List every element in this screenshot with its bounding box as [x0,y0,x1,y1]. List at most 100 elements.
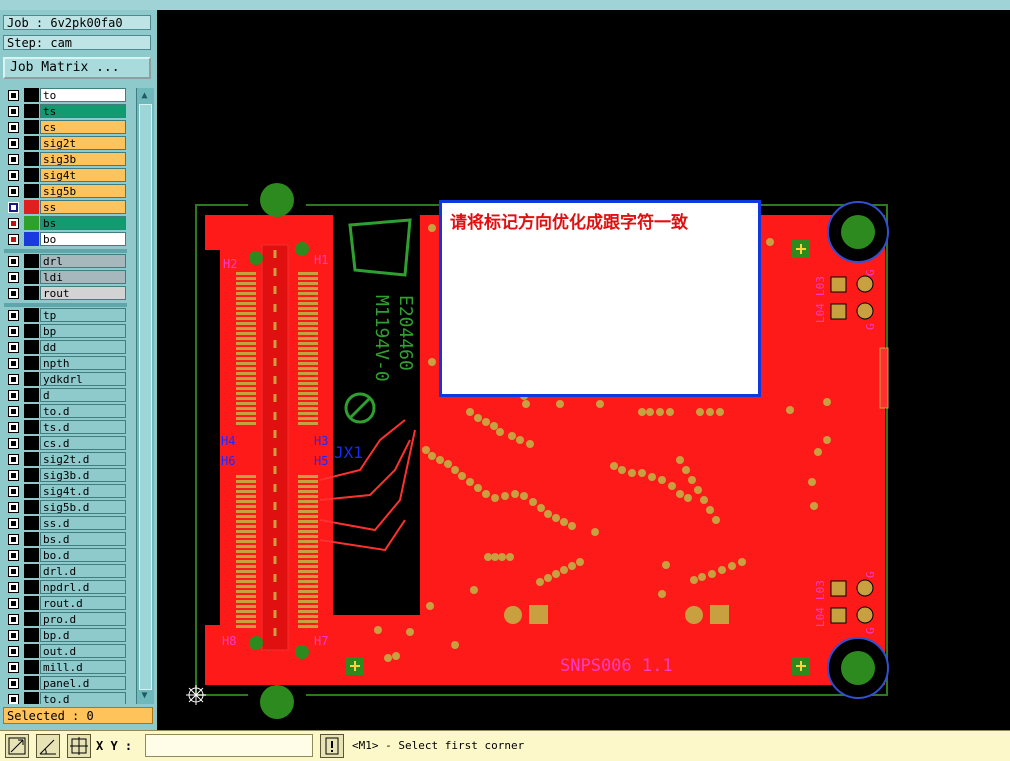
layer-row-ts.d[interactable]: ts.d [4,420,127,436]
layer-checkbox[interactable] [8,614,19,625]
connector-pin [298,605,318,608]
layer-checkbox[interactable] [8,256,19,267]
layer-row-to.d[interactable]: to.d [4,692,127,704]
layer-row-bo[interactable]: bo [4,232,127,248]
layer-row-panel.d[interactable]: panel.d [4,676,127,692]
layer-row-sig2t[interactable]: sig2t [4,136,127,152]
layer-row-to.d[interactable]: to.d [4,404,127,420]
layer-row-ldi[interactable]: ldi [4,270,127,286]
layer-row-cs[interactable]: cs [4,120,127,136]
connector-pin [236,580,256,583]
layer-row-bp[interactable]: bp [4,324,127,340]
layer-checkbox[interactable] [8,186,19,197]
layer-checkbox[interactable] [8,550,19,561]
layer-row-npdrl.d[interactable]: npdrl.d [4,580,127,596]
layer-checkbox[interactable] [8,288,19,299]
layer-row-sig3b.d[interactable]: sig3b.d [4,468,127,484]
layer-checkbox[interactable] [8,646,19,657]
graphics-canvas[interactable]: H2 H1 H4 H3 H6 H5 H8 H7 E204460 M1194V-0… [157,10,1010,730]
via [490,422,498,430]
measure-angle-icon[interactable] [36,734,60,758]
layer-row-mill.d[interactable]: mill.d [4,660,127,676]
layer-scrollbar[interactable]: ▲ ▼ [136,88,154,704]
layer-row-ss.d[interactable]: ss.d [4,516,127,532]
layer-row-sig3b[interactable]: sig3b [4,152,127,168]
layer-row-drl.d[interactable]: drl.d [4,564,127,580]
layer-row-sig2t.d[interactable]: sig2t.d [4,452,127,468]
via [522,400,530,408]
scroll-down-icon[interactable]: ▼ [139,690,150,702]
edge-slot [879,347,889,409]
layer-row-bp.d[interactable]: bp.d [4,628,127,644]
layer-checkbox[interactable] [8,630,19,641]
layer-color-swatch [24,644,39,658]
layer-checkbox[interactable] [8,170,19,181]
scroll-up-icon[interactable]: ▲ [139,90,150,102]
layer-row-cs.d[interactable]: cs.d [4,436,127,452]
layer-checkbox[interactable] [8,154,19,165]
layer-checkbox[interactable] [8,566,19,577]
layer-checkbox[interactable] [8,122,19,133]
xy-input[interactable] [145,734,313,757]
layer-checkbox[interactable] [8,534,19,545]
layer-row-bs.d[interactable]: bs.d [4,532,127,548]
layer-row-ss[interactable]: ss [4,200,127,216]
layer-row-sig4t.d[interactable]: sig4t.d [4,484,127,500]
layer-checkbox[interactable] [8,486,19,497]
layer-checkbox[interactable] [8,598,19,609]
layer-checkbox[interactable] [8,470,19,481]
layer-checkbox[interactable] [8,518,19,529]
layer-checkbox[interactable] [8,326,19,337]
layer-row-drl[interactable]: drl [4,254,127,270]
layer-row-ydkdrl[interactable]: ydkdrl [4,372,127,388]
layer-checkbox[interactable] [8,694,19,704]
layer-row-d[interactable]: d [4,388,127,404]
job-matrix-button[interactable]: Job Matrix ... [3,57,151,79]
layer-checkbox[interactable] [8,390,19,401]
layer-row-npth[interactable]: npth [4,356,127,372]
layer-checkbox[interactable] [8,358,19,369]
layer-row-sig5b.d[interactable]: sig5b.d [4,500,127,516]
zoom-box-icon[interactable] [5,734,29,758]
layer-checkbox[interactable] [8,342,19,353]
layer-checkbox[interactable] [8,374,19,385]
connector-pin [236,495,256,498]
layer-checkbox[interactable] [8,234,19,245]
layer-checkbox[interactable] [8,202,19,213]
layer-checkbox[interactable] [8,662,19,673]
layer-row-bo.d[interactable]: bo.d [4,548,127,564]
layer-color-swatch [24,436,39,450]
layer-row-dd[interactable]: dd [4,340,127,356]
layer-row-out.d[interactable]: out.d [4,644,127,660]
layer-checkbox[interactable] [8,218,19,229]
layer-checkbox[interactable] [8,310,19,321]
layer-row-ts[interactable]: ts [4,104,127,120]
layer-checkbox[interactable] [8,106,19,117]
connector-pin [298,595,318,598]
layer-color-swatch [24,270,39,284]
layer-row-rout[interactable]: rout [4,286,127,302]
connector-pin [298,327,318,330]
layer-checkbox[interactable] [8,90,19,101]
layer-checkbox[interactable] [8,582,19,593]
layer-checkbox[interactable] [8,422,19,433]
layer-row-sig5b[interactable]: sig5b [4,184,127,200]
layer-row-pro.d[interactable]: pro.d [4,612,127,628]
layer-row-rout.d[interactable]: rout.d [4,596,127,612]
layer-checkbox[interactable] [8,438,19,449]
via [610,462,618,470]
layer-row-sig4t[interactable]: sig4t [4,168,127,184]
scroll-thumb[interactable] [139,104,152,690]
grid-snap-icon[interactable] [67,734,91,758]
layer-checkbox[interactable] [8,454,19,465]
layer-checkbox[interactable] [8,502,19,513]
layer-row-tp[interactable]: tp [4,308,127,324]
layer-checkbox[interactable] [8,406,19,417]
via [560,518,568,526]
layer-checkbox[interactable] [8,272,19,283]
layer-row-bs[interactable]: bs [4,216,127,232]
layer-checkbox[interactable] [8,678,19,689]
alert-icon[interactable] [320,734,344,758]
layer-checkbox[interactable] [8,138,19,149]
layer-row-to[interactable]: to [4,88,127,104]
